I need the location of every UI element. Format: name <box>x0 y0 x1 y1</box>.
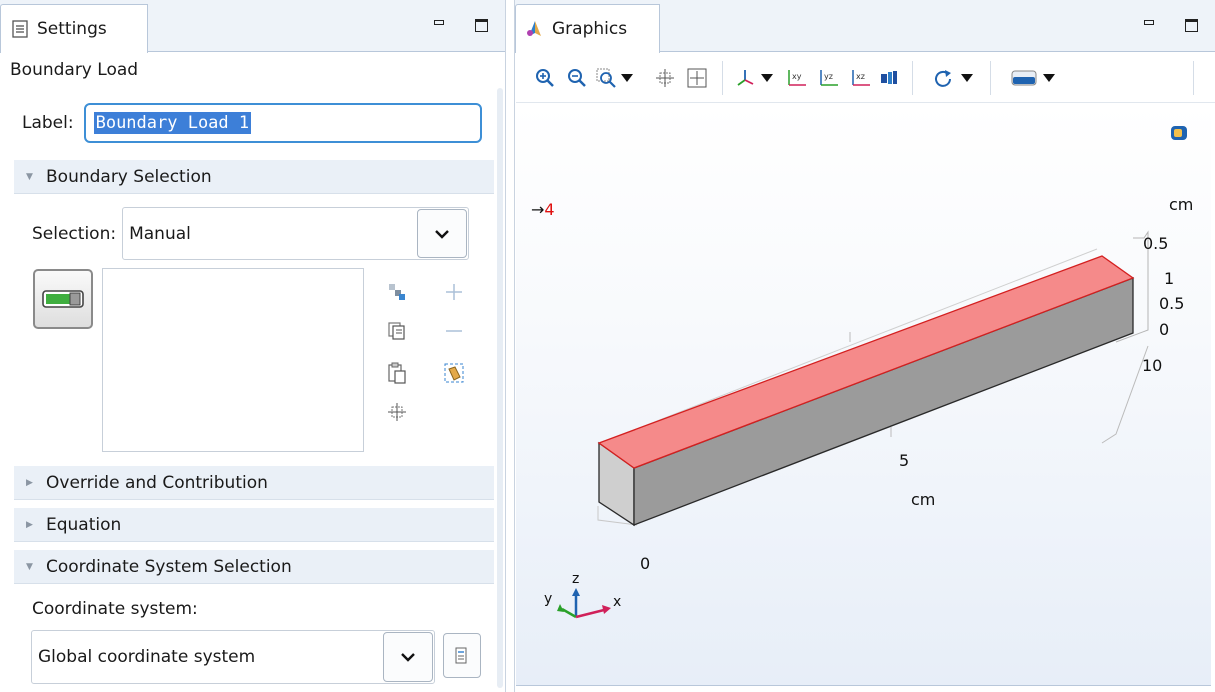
scene-light-icon[interactable] <box>878 67 900 89</box>
view-yz-icon[interactable]: yz <box>818 67 840 89</box>
axis-units-bottom: cm <box>911 490 936 509</box>
triad-z-label: z <box>572 571 580 587</box>
graphics-panel: Graphics xy yz xz →4 cm 0.5 1 0.5 0 10 5… <box>514 0 1215 692</box>
section-coordinate-system[interactable]: ▼ Coordinate System Selection <box>14 550 494 584</box>
graphics-tab-label: Graphics <box>552 19 628 39</box>
selection-combo[interactable]: Manual <box>122 207 470 260</box>
triad-z-arrow <box>572 588 580 596</box>
coordinate-system-caption: Coordinate system: <box>32 599 198 619</box>
settings-tab[interactable]: Settings <box>0 4 148 53</box>
view-xy-icon[interactable]: xy <box>786 67 808 89</box>
remove-icon[interactable] <box>443 320 465 342</box>
triad-x-arrow <box>602 605 611 614</box>
paste-selection-icon[interactable] <box>386 281 408 303</box>
label-row: Label: Boundary Load 1 <box>22 103 482 143</box>
axis-tick-label: 0.5 <box>1143 234 1169 253</box>
minimize-icon[interactable] <box>431 18 447 32</box>
node-title: Boundary Load <box>10 60 139 80</box>
go-to-source-button[interactable] <box>443 633 481 678</box>
maximize-icon[interactable] <box>473 18 489 32</box>
rotate-dropdown-icon[interactable] <box>960 67 974 89</box>
coordinate-system-combo[interactable]: Global coordinate system <box>31 630 435 684</box>
toolbar-separator <box>1193 61 1194 95</box>
coordinate-system-value: Global coordinate system <box>38 647 256 667</box>
minimize-icon[interactable] <box>1141 18 1157 32</box>
label-input-value: Boundary Load 1 <box>93 112 252 134</box>
activate-selection-toggle[interactable] <box>33 269 93 329</box>
section-equation[interactable]: ▶ Equation <box>14 508 494 542</box>
settings-tab-label: Settings <box>37 19 107 39</box>
rotate-icon[interactable] <box>932 67 954 89</box>
graphics-tabbar: Graphics <box>515 0 1215 53</box>
settings-panel: Settings Boundary Load Label: Boundary L… <box>0 0 506 692</box>
label-input[interactable]: Boundary Load 1 <box>83 103 482 143</box>
collapsed-triangle-icon: ▶ <box>26 477 33 488</box>
triad-y-arrow <box>557 604 564 612</box>
zoom-box-icon[interactable] <box>596 67 618 89</box>
chevron-down-icon <box>435 229 449 239</box>
axis-tick-label: 0 <box>640 554 651 573</box>
svg-text:xy: xy <box>792 72 802 81</box>
zoom-out-icon[interactable] <box>566 67 588 89</box>
copy-icon[interactable] <box>386 320 408 342</box>
render-dropdown-icon[interactable] <box>1042 67 1056 89</box>
selection-listbox[interactable] <box>102 268 364 452</box>
toolbar-separator <box>912 61 913 95</box>
toggle-on-icon <box>42 290 84 308</box>
maximize-icon[interactable] <box>1183 18 1199 32</box>
settings-tabbar: Settings <box>0 0 505 53</box>
zoom-extents-icon[interactable] <box>654 67 676 89</box>
clipboard-icon[interactable] <box>386 362 408 384</box>
collapsed-triangle-icon: ▶ <box>26 519 33 530</box>
section-override-contribution[interactable]: ▶ Override and Contribution <box>14 466 494 500</box>
toolbar-separator <box>990 61 991 95</box>
view-xz-icon[interactable]: xz <box>850 67 872 89</box>
add-icon[interactable] <box>443 281 465 303</box>
graphics-icon <box>527 21 541 36</box>
triad-x-axis <box>575 608 605 619</box>
selection-caption: Selection: <box>32 223 117 244</box>
zoom-dropdown-icon[interactable] <box>620 67 634 89</box>
axis-units-top: cm <box>1169 195 1194 214</box>
axis-tick-label: 0 <box>1159 320 1170 339</box>
render-mode-icon[interactable] <box>1010 67 1038 89</box>
go-to-source-icon <box>455 647 467 663</box>
selection-combo-value: Manual <box>129 223 191 244</box>
triad-y-axis <box>561 607 577 619</box>
triad-y-label: y <box>544 591 553 607</box>
selection-dropdown-button[interactable] <box>417 209 468 258</box>
expanded-triangle-icon: ▼ <box>26 561 33 572</box>
selection-row: Selection: Manual <box>32 207 470 260</box>
section-boundary-selection-label: Boundary Selection <box>46 166 212 187</box>
triad-x-label: x <box>613 594 622 610</box>
coordinate-dropdown-button[interactable] <box>383 632 433 682</box>
default-view-icon[interactable] <box>734 67 756 89</box>
section-override-label: Override and Contribution <box>46 472 268 493</box>
settings-scrollbar[interactable] <box>497 88 503 688</box>
axis-tick-label: 1 <box>1164 269 1175 288</box>
axis-tick-label: 0.5 <box>1159 294 1185 313</box>
zoom-to-selection-icon[interactable] <box>686 67 708 89</box>
toolbar-separator <box>722 61 723 95</box>
svg-text:yz: yz <box>824 72 833 81</box>
label-caption: Label: <box>22 113 74 133</box>
chevron-down-icon <box>401 653 415 662</box>
zoom-extents-icon[interactable] <box>386 401 408 423</box>
expanded-triangle-icon: ▼ <box>26 171 33 182</box>
graphics-viewport[interactable]: →4 cm 0.5 1 0.5 0 10 5 cm 0 z y x <box>516 104 1211 686</box>
graphics-toolbar: xy yz xz <box>516 53 1215 103</box>
settings-icon <box>12 20 28 38</box>
clear-selection-icon[interactable] <box>443 362 465 384</box>
graphics-tab[interactable]: Graphics <box>515 4 660 53</box>
section-coordinate-label: Coordinate System Selection <box>46 556 292 577</box>
section-equation-label: Equation <box>46 514 122 535</box>
zoom-in-icon[interactable] <box>534 67 556 89</box>
svg-text:xz: xz <box>856 72 865 81</box>
axis-tick-label: 5 <box>899 451 910 470</box>
view-dropdown-icon[interactable] <box>760 67 774 89</box>
axis-tick-label: 10 <box>1142 356 1163 375</box>
section-boundary-selection[interactable]: ▼ Boundary Selection <box>14 160 494 194</box>
